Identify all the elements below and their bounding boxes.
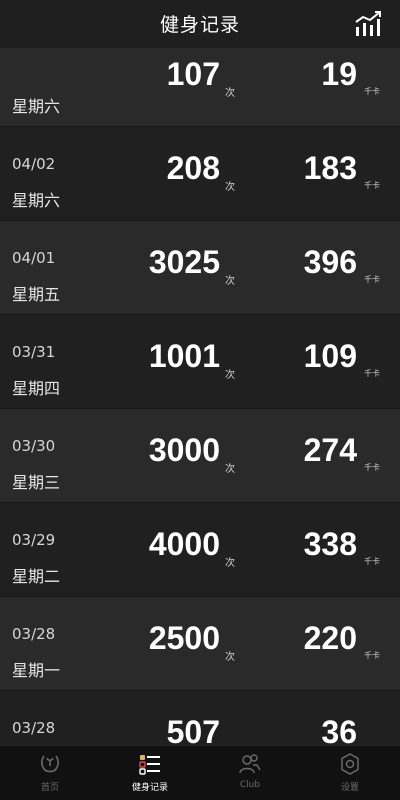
record-calories: 109: [303, 338, 357, 374]
record-count: 2500: [148, 620, 220, 656]
record-date: 03/31: [12, 343, 56, 361]
calorie-unit: 千卡: [364, 181, 380, 190]
calorie-unit: 千卡: [364, 87, 380, 96]
calorie-unit: 千卡: [364, 557, 380, 566]
record-row[interactable]: 04/01 星期五 3025 次 396 千卡: [0, 221, 400, 315]
record-weekday: 星期三: [12, 473, 61, 492]
record-calories: 396: [303, 244, 357, 280]
tab-label: Club: [239, 780, 261, 790]
tab-club[interactable]: Club: [200, 746, 300, 800]
tab-label: 健身记录: [131, 783, 168, 793]
calorie-unit: 千卡: [364, 463, 380, 472]
record-count: 107: [166, 56, 220, 92]
record-weekday: 星期一: [12, 661, 61, 680]
app-header: 健身记录: [0, 0, 400, 49]
fitness-record-icon: [139, 755, 160, 775]
record-row[interactable]: 03/28 星期一 2500 次 220 千卡: [0, 597, 400, 691]
record-calories: 274: [303, 432, 357, 468]
bar-chart-icon[interactable]: [354, 10, 384, 38]
tab-label: 设置: [340, 783, 359, 793]
record-weekday: 星期六: [12, 191, 61, 210]
calorie-unit: 千卡: [364, 651, 380, 660]
record-row[interactable]: 03/31 星期四 1001 次 109 千卡: [0, 315, 400, 409]
bottom-tab-bar: 首页 健身记录 Club 设置: [0, 745, 400, 800]
record-weekday: 星期五: [12, 285, 61, 304]
settings-icon: [341, 753, 359, 775]
record-date: 03/28: [12, 625, 56, 643]
record-row[interactable]: 03/29 星期二 4000 次 338 千卡: [0, 503, 400, 597]
record-count: 3025: [148, 244, 220, 280]
record-count: 507: [166, 714, 220, 746]
record-date: 03/30: [12, 437, 56, 455]
club-icon: [239, 754, 261, 774]
count-unit: 次: [225, 370, 235, 381]
record-date: 03/28: [12, 719, 56, 737]
record-row[interactable]: 星期六 107 次 19 千卡: [0, 48, 400, 127]
record-weekday: 星期四: [12, 379, 61, 398]
record-calories: 220: [303, 620, 357, 656]
count-unit: 次: [225, 182, 235, 193]
tab-fitness-record[interactable]: 健身记录: [100, 746, 200, 800]
tab-label: 首页: [40, 783, 59, 793]
record-count: 208: [166, 150, 220, 186]
record-count: 4000: [148, 526, 220, 562]
tab-home[interactable]: 首页: [0, 746, 100, 800]
calorie-unit: 千卡: [364, 369, 380, 378]
tab-settings[interactable]: 设置: [300, 746, 400, 800]
record-count: 3000: [148, 432, 220, 468]
record-list[interactable]: 星期六 107 次 19 千卡 04/02 星期六 208 次 183 千卡 04/01 星期五 3025…: [0, 48, 400, 746]
record-date: 03/29: [12, 531, 56, 549]
record-calories: 36: [321, 714, 357, 746]
record-row[interactable]: 04/02 星期六 208 次 183 千卡: [0, 127, 400, 221]
page-title: 健身记录: [159, 14, 240, 36]
calorie-unit: 千卡: [364, 275, 380, 284]
count-unit: 次: [225, 88, 235, 99]
count-unit: 次: [225, 558, 235, 569]
count-unit: 次: [225, 276, 235, 287]
count-unit: 次: [225, 652, 235, 663]
record-calories: 183: [303, 150, 357, 186]
record-date: 04/02: [12, 155, 56, 173]
home-icon: [41, 755, 59, 773]
count-unit: 次: [225, 464, 235, 475]
record-row[interactable]: 03/28星期一507次36千卡: [0, 691, 400, 746]
record-weekday: 星期二: [12, 567, 61, 586]
record-weekday: 星期六: [12, 97, 61, 116]
record-calories: 338: [303, 526, 357, 562]
record-calories: 19: [321, 56, 357, 92]
record-row[interactable]: 03/30 星期三 3000 次 274 千卡: [0, 409, 400, 503]
record-date: 04/01: [12, 249, 56, 267]
record-count: 1001: [148, 338, 220, 374]
